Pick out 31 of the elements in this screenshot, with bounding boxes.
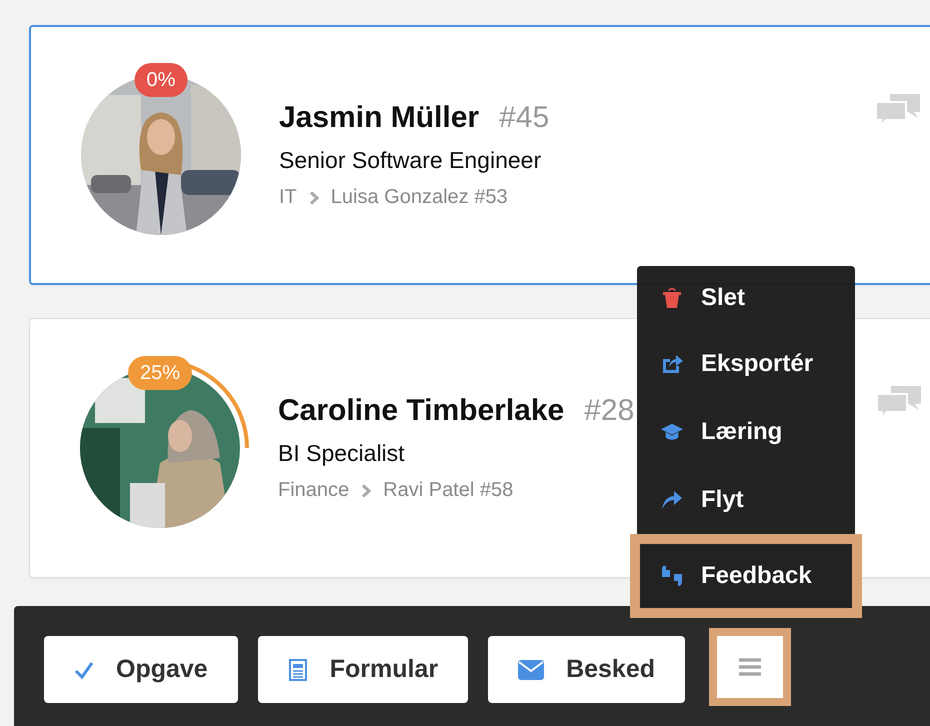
employee-number: #45 <box>499 101 550 135</box>
chevron-icon <box>308 190 319 204</box>
manager-name: Luisa Gonzalez #53 <box>330 186 508 209</box>
menu-item[interactable]: Læring <box>637 398 855 466</box>
department: IT <box>279 186 297 209</box>
toolbar-button[interactable]: Besked <box>488 636 686 703</box>
document-icon <box>288 658 308 680</box>
menu-item[interactable]: Flyt <box>637 466 855 534</box>
chevron-icon <box>361 484 372 498</box>
manager-name: Ravi Patel #58 <box>383 479 514 502</box>
forward-arrow-icon <box>661 489 683 511</box>
menu-button[interactable] <box>709 628 792 706</box>
quote-icon <box>661 565 683 587</box>
department: Finance <box>278 479 350 502</box>
employee-name: Jasmin Müller <box>279 101 480 135</box>
toolbar-button[interactable]: Formular <box>258 636 468 703</box>
trash-icon <box>661 287 683 309</box>
toolbar-button[interactable]: Opgave <box>44 636 238 703</box>
share-icon <box>661 353 683 375</box>
employee-name: Caroline Timberlake <box>278 394 564 428</box>
employee-number: #28 <box>584 394 634 428</box>
progress-badge: 25% <box>128 356 192 390</box>
employee-card[interactable]: 0% Jasmin Müller #45 Senior Software Engineer IT Luisa Gonzalez #53 <box>29 25 930 285</box>
menu-item[interactable]: Eksportér <box>637 330 855 398</box>
envelope-icon <box>518 660 544 680</box>
progress-badge: 0% <box>134 63 188 97</box>
job-title: BI Specialist <box>278 440 406 467</box>
menu-item[interactable]: Feedback <box>630 534 862 618</box>
graduation-cap-icon <box>661 421 683 443</box>
menu-icon <box>739 658 762 676</box>
job-title: Senior Software Engineer <box>279 147 542 174</box>
